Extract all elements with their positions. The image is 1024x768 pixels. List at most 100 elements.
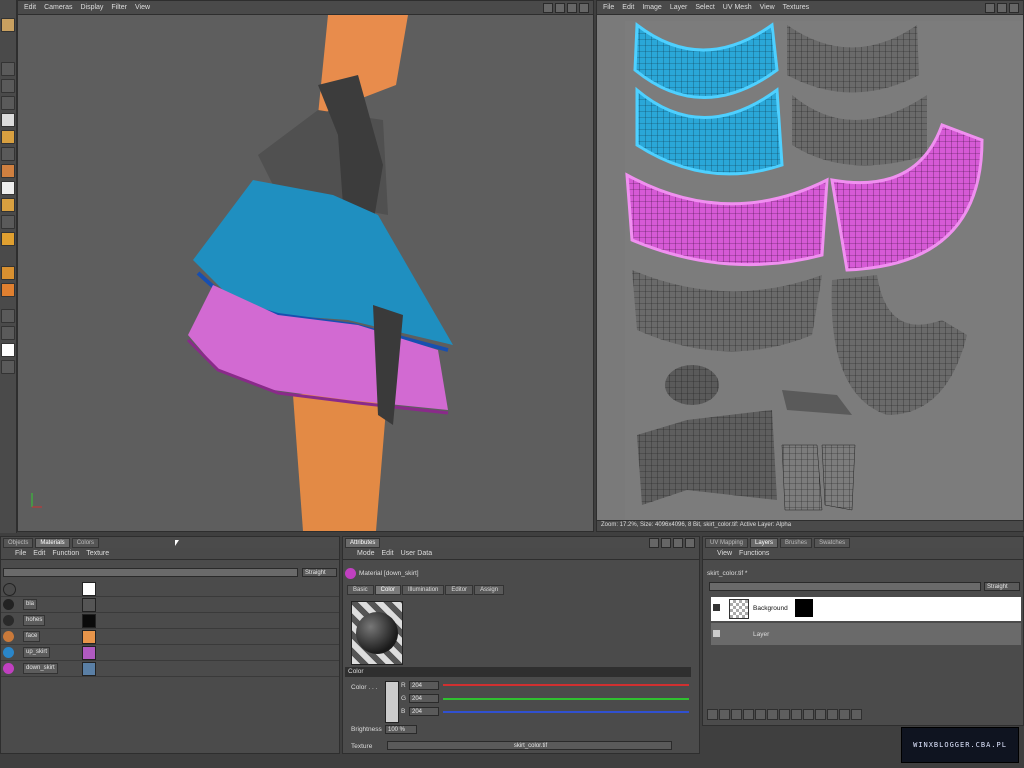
properties-icon[interactable] xyxy=(839,709,850,720)
effects-icon[interactable] xyxy=(827,709,838,720)
select-tool-icon[interactable] xyxy=(1,62,15,76)
tab-layers[interactable]: Layers xyxy=(750,538,779,548)
expand-icon[interactable] xyxy=(713,604,720,611)
uv-menu-view[interactable]: View xyxy=(760,4,775,11)
uv-menu-file[interactable]: File xyxy=(603,4,614,11)
menu-display[interactable]: Display xyxy=(80,4,103,11)
shape-tool-icon[interactable] xyxy=(1,283,15,297)
uv-menu-textures[interactable]: Textures xyxy=(783,4,809,11)
smudge-tool-icon[interactable] xyxy=(1,181,15,195)
duplicate-icon[interactable] xyxy=(779,709,790,720)
zoom-icon[interactable] xyxy=(555,3,565,13)
subtab-color[interactable]: Color xyxy=(374,585,402,595)
list-item[interactable]: bla xyxy=(1,597,339,613)
uv-menu-image[interactable]: Image xyxy=(642,4,661,11)
maximize-icon[interactable] xyxy=(579,3,589,13)
list-item[interactable] xyxy=(1,581,339,597)
lock-icon[interactable] xyxy=(803,709,814,720)
tab-brushes[interactable]: Brushes xyxy=(780,538,813,548)
tab-attributes[interactable]: Attributes xyxy=(345,538,381,548)
eyedropper-icon[interactable] xyxy=(1,309,15,323)
materials-filter-select[interactable]: Straight xyxy=(302,568,337,577)
clone-tool-icon[interactable] xyxy=(1,164,15,178)
move-tool-icon[interactable] xyxy=(1,96,15,110)
brush-tool-icon[interactable] xyxy=(1,113,15,127)
new-layer-icon[interactable] xyxy=(707,709,718,720)
materials-search-field[interactable] xyxy=(3,568,298,577)
zoom-tool-icon[interactable] xyxy=(1,326,15,340)
adjust-icon[interactable] xyxy=(755,709,766,720)
tab-swatches[interactable]: Swatches xyxy=(814,538,851,548)
pan-icon[interactable] xyxy=(543,3,553,13)
layer-mode-field[interactable] xyxy=(709,582,981,591)
tab-uv-mapping[interactable]: UV Mapping xyxy=(705,538,749,548)
menu-cameras[interactable]: Cameras xyxy=(44,4,72,11)
lock-icon[interactable] xyxy=(673,538,683,548)
layer-blend-select[interactable]: Straight xyxy=(984,582,1020,591)
subtab-basic[interactable]: Basic xyxy=(347,585,374,595)
mat-menu-edit[interactable]: Edit xyxy=(33,550,45,557)
texture-field[interactable]: skirt_color.tif xyxy=(387,741,672,750)
fill-icon[interactable] xyxy=(743,709,754,720)
tab-objects[interactable]: Objects xyxy=(3,538,34,548)
visibility-icon[interactable] xyxy=(815,709,826,720)
attr-menu-edit[interactable]: Edit xyxy=(382,550,394,557)
list-item[interactable]: down_skirt xyxy=(1,661,339,677)
layers-menu-view[interactable]: View xyxy=(717,550,732,557)
menu-filter[interactable]: Filter xyxy=(111,4,127,11)
uv-zoom-icon[interactable] xyxy=(997,3,1007,13)
subtab-assign[interactable]: Assign xyxy=(474,585,505,595)
sponge-tool-icon[interactable] xyxy=(1,232,15,246)
channel-r-slider[interactable] xyxy=(443,684,689,686)
dodge-tool-icon[interactable] xyxy=(1,198,15,212)
layer-row-layer[interactable]: Layer xyxy=(711,623,1021,645)
list-item[interactable]: hohes xyxy=(1,613,339,629)
layer-row-background[interactable]: Background xyxy=(711,597,1021,621)
channel-b-slider[interactable] xyxy=(443,711,689,713)
channel-r-field[interactable]: 204 xyxy=(409,681,439,690)
layers-menu-functions[interactable]: Functions xyxy=(739,550,769,557)
expand-icon[interactable] xyxy=(713,630,720,637)
channel-g-slider[interactable] xyxy=(443,698,689,700)
list-item[interactable]: up_skirt xyxy=(1,645,339,661)
mat-menu-function[interactable]: Function xyxy=(52,550,79,557)
eraser-tool-icon[interactable] xyxy=(1,147,15,161)
link-icon[interactable] xyxy=(791,709,802,720)
back-arrow-icon[interactable] xyxy=(649,538,659,548)
rotate-icon[interactable] xyxy=(567,3,577,13)
burn-tool-icon[interactable] xyxy=(1,215,15,229)
up-arrow-icon[interactable] xyxy=(661,538,671,548)
color-swap-icon[interactable] xyxy=(1,343,15,357)
new-window-icon[interactable] xyxy=(685,538,695,548)
menu-edit[interactable]: Edit xyxy=(24,4,36,11)
merge-icon[interactable] xyxy=(767,709,778,720)
channel-b-field[interactable]: 204 xyxy=(409,707,439,716)
mat-menu-texture[interactable]: Texture xyxy=(86,550,109,557)
mat-menu-file[interactable]: File xyxy=(15,550,26,557)
uv-menu-layer[interactable]: Layer xyxy=(670,4,688,11)
subtab-illumination[interactable]: Illumination xyxy=(402,585,445,595)
uv-maximize-icon[interactable] xyxy=(1009,3,1019,13)
attr-menu-mode[interactable]: Mode xyxy=(357,550,375,557)
subtab-editor[interactable]: Editor xyxy=(445,585,474,595)
uv-menu-select[interactable]: Select xyxy=(695,4,714,11)
live-select-icon[interactable] xyxy=(1,79,15,93)
attr-menu-userdata[interactable]: User Data xyxy=(401,550,433,557)
uv-menu-edit[interactable]: Edit xyxy=(622,4,634,11)
tab-materials[interactable]: Materials xyxy=(35,538,70,548)
list-item[interactable]: face xyxy=(1,629,339,645)
mask-icon[interactable] xyxy=(731,709,742,720)
brightness-field[interactable]: 100 % xyxy=(385,725,417,734)
menu-view[interactable]: View xyxy=(135,4,150,11)
color-preview-swatch[interactable] xyxy=(385,681,399,723)
undo-tool-icon[interactable] xyxy=(1,18,15,32)
uv-menu-uvmesh[interactable]: UV Mesh xyxy=(723,4,752,11)
uv-pan-icon[interactable] xyxy=(985,3,995,13)
viewport-3d[interactable]: Edit Cameras Display Filter View xyxy=(17,0,594,532)
tab-colors[interactable]: Colors xyxy=(71,538,100,548)
channel-g-field[interactable]: 204 xyxy=(409,694,439,703)
folder-icon[interactable] xyxy=(719,709,730,720)
text-tool-icon[interactable] xyxy=(1,266,15,280)
delete-layer-icon[interactable] xyxy=(851,709,862,720)
fill-tool-icon[interactable] xyxy=(1,130,15,144)
